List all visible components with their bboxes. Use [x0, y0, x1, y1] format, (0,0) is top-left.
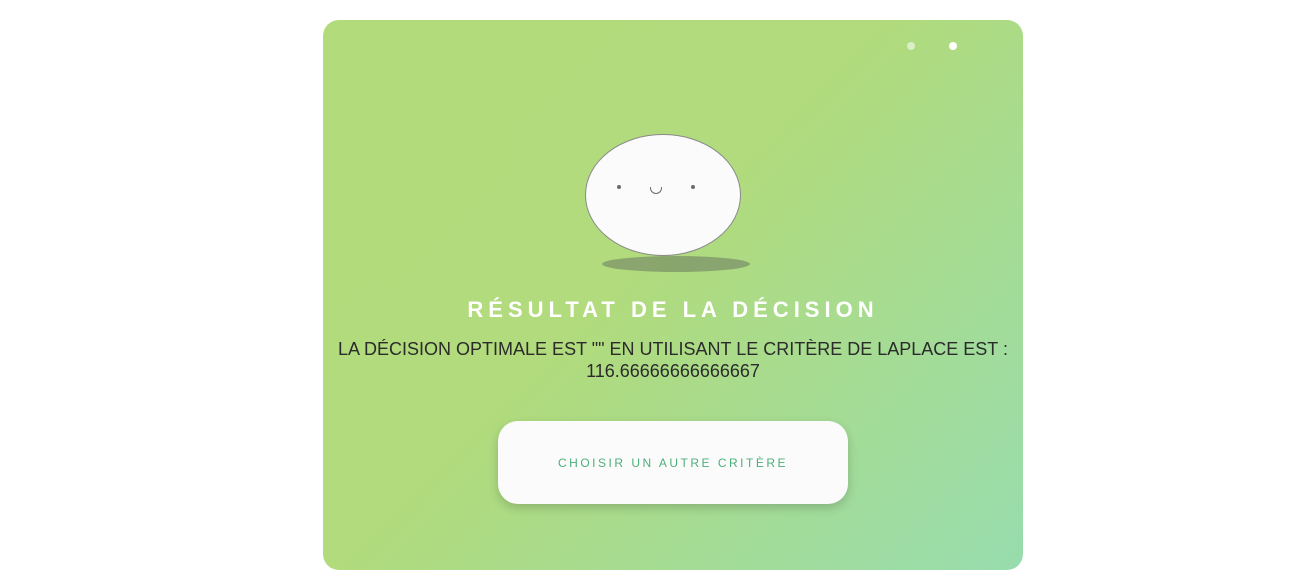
result-card: RÉSULTAT DE LA DÉCISION LA DÉCISION OPTI… — [323, 20, 1023, 570]
mascot-left-eye — [617, 185, 621, 189]
mascot-face — [585, 134, 741, 256]
result-title: RÉSULTAT DE LA DÉCISION — [467, 297, 879, 322]
pagination-dot-1[interactable] — [907, 42, 915, 50]
result-message: LA DÉCISION OPTIMALE EST "" EN UTILISANT… — [338, 339, 1008, 381]
mascot-shadow — [602, 256, 750, 272]
pagination-dots — [903, 42, 1023, 52]
mascot-smile — [650, 187, 662, 194]
mascot-smiling-egg-face-icon — [585, 134, 751, 278]
choose-another-criterion-button[interactable]: CHOISIR UN AUTRE CRITÈRE — [498, 421, 848, 504]
pagination-dot-2-active[interactable] — [949, 42, 957, 50]
mascot-right-eye — [691, 185, 695, 189]
